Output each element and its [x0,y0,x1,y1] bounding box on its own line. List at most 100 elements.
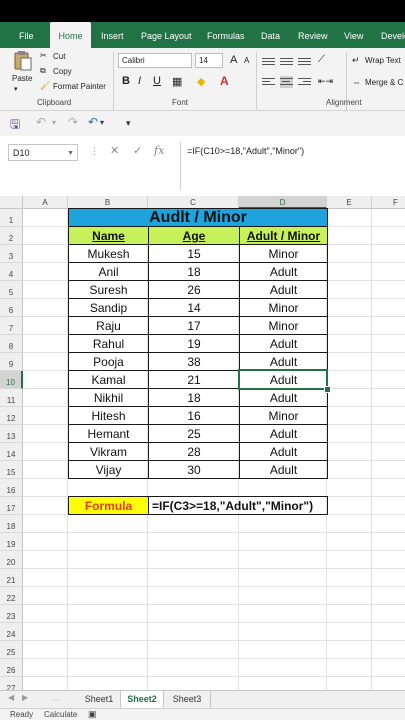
table-header-cell[interactable]: Name [68,226,149,245]
table-cell[interactable]: 38 [148,352,240,371]
tab-insert[interactable]: Insert [101,22,124,48]
font-color-icon[interactable]: A [220,74,229,88]
table-cell[interactable]: Minor [239,316,328,335]
row-header-6[interactable]: 6 [0,299,23,317]
paste-icon[interactable] [10,50,34,72]
indent-icon[interactable]: ⇤⇥ [318,76,333,87]
format-painter-icon[interactable]: 🖌 [40,81,50,90]
name-box[interactable]: D10 ▼ [8,144,78,161]
table-header-cell[interactable]: Age [148,226,240,245]
sheet-tab-sheet3[interactable]: Sheet3 [164,691,211,708]
table-cell[interactable]: Vijay [68,460,149,479]
tab-page-layout[interactable]: Page Layout [141,22,192,48]
table-cell[interactable]: Anil [68,262,149,281]
paste-button[interactable]: Paste [12,74,32,83]
table-cell[interactable]: 30 [148,460,240,479]
customize-qat-icon[interactable]: ▾ [126,118,131,129]
table-cell[interactable]: Adult [239,460,328,479]
bold-button[interactable]: B [122,75,130,87]
save-icon[interactable]: 🖫 [10,115,20,136]
row-header-24[interactable]: 24 [0,623,23,641]
table-cell[interactable]: Adult [239,442,328,461]
more-options-icon[interactable]: ⋮ [90,146,99,157]
font-size-select[interactable]: 14 [195,53,223,68]
table-cell[interactable]: 15 [148,244,240,263]
table-cell[interactable]: 25 [148,424,240,443]
scroll-left-icon[interactable]: ◀ [8,693,14,702]
row-header-8[interactable]: 8 [0,335,23,353]
enter-icon[interactable]: ✓ [133,144,142,157]
table-cell[interactable]: Minor [239,244,328,263]
tab-developer[interactable]: Develo [381,22,405,48]
table-cell[interactable]: Raju [68,316,149,335]
row-header-1[interactable]: 1 [0,209,23,227]
cut-button[interactable]: Cut [53,52,65,61]
align-right-icon[interactable] [298,76,311,88]
table-cell[interactable]: 19 [148,334,240,353]
row-header-19[interactable]: 19 [0,533,23,551]
tab-formulas[interactable]: Formulas [207,22,245,48]
row-header-25[interactable]: 25 [0,641,23,659]
shrink-font-button[interactable]: A [244,56,249,65]
active-cell-selection[interactable] [238,369,328,390]
table-cell[interactable]: 26 [148,280,240,299]
wrap-text-icon[interactable]: ↵ [352,55,360,66]
tab-review[interactable]: Review [298,22,328,48]
row-header-13[interactable]: 13 [0,425,23,443]
table-cell[interactable]: Sandip [68,298,149,317]
table-cell[interactable]: Vikram [68,442,149,461]
grow-font-button[interactable]: A [230,54,237,66]
undo-icon[interactable]: ↶ [88,115,98,129]
table-cell[interactable]: Rahul [68,334,149,353]
table-cell[interactable]: Hemant [68,424,149,443]
table-cell[interactable]: Pooja [68,352,149,371]
paste-dropdown-icon[interactable]: ▾ [14,85,18,93]
row-header-22[interactable]: 22 [0,587,23,605]
table-cell[interactable]: Adult [239,388,328,407]
chevron-down-icon[interactable]: ▼ [67,145,74,162]
tab-data[interactable]: Data [261,22,280,48]
table-cell[interactable]: Adult [239,424,328,443]
table-cell[interactable]: Mukesh [68,244,149,263]
row-header-20[interactable]: 20 [0,551,23,569]
row-header-2[interactable]: 2 [0,227,23,245]
align-top-icon[interactable] [262,56,275,68]
row-header-5[interactable]: 5 [0,281,23,299]
insert-function-icon[interactable]: fx [154,144,164,157]
underline-button[interactable]: U [153,75,161,87]
sheet-tab-sheet1[interactable]: Sheet1 [78,691,121,708]
row-header-26[interactable]: 26 [0,659,23,677]
table-cell[interactable]: 28 [148,442,240,461]
select-all-corner[interactable] [0,196,23,209]
row-header-3[interactable]: 3 [0,245,23,263]
undo-dropdown-icon[interactable]: ▾ [52,118,56,127]
table-cell[interactable]: 17 [148,316,240,335]
align-left-icon[interactable] [262,76,275,88]
cancel-icon[interactable]: ✕ [110,144,119,157]
row-header-7[interactable]: 7 [0,317,23,335]
font-name-select[interactable]: Calibri [118,53,192,68]
fill-handle[interactable] [324,386,331,393]
align-center-icon[interactable] [280,76,293,88]
table-title-cell[interactable]: Audlt / Minor [68,208,328,227]
row-header-10[interactable]: 10 [0,371,23,389]
formula-input[interactable]: =IF(C10>=18,"Adult","Minor") [187,146,304,156]
table-cell[interactable]: Adult [239,262,328,281]
row-header-11[interactable]: 11 [0,389,23,407]
formula-example-cell[interactable]: =IF(C3>=18,"Adult","Minor") [148,496,328,515]
row-header-4[interactable]: 4 [0,263,23,281]
table-cell[interactable]: Minor [239,406,328,425]
merge-center-button[interactable]: Merge & C [365,78,403,87]
italic-button[interactable]: I [138,75,141,87]
row-header-27[interactable]: 27 [0,677,23,690]
table-cell[interactable]: 21 [148,370,240,389]
copy-button[interactable]: Copy [53,67,72,76]
format-painter-button[interactable]: Format Painter [53,82,106,91]
tab-home[interactable]: Home [50,22,91,48]
row-header-9[interactable]: 9 [0,353,23,371]
table-cell[interactable]: Adult [239,280,328,299]
table-cell[interactable]: 14 [148,298,240,317]
undo-disabled-icon[interactable]: ↶ [36,115,46,129]
table-cell[interactable]: Hitesh [68,406,149,425]
align-middle-icon[interactable] [280,56,293,68]
